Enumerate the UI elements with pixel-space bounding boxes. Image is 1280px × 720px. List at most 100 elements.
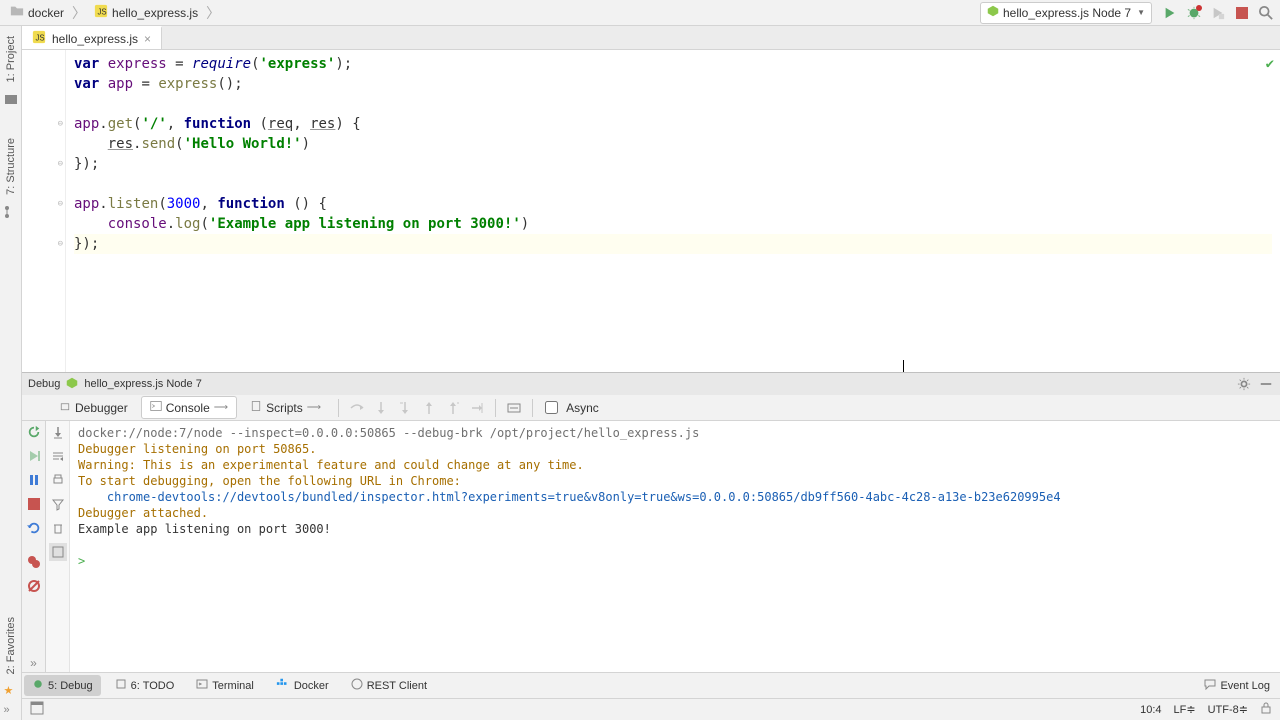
cursor-position[interactable]: 10:4 (1140, 704, 1161, 716)
toolwindow-terminal[interactable]: Terminal (188, 675, 262, 696)
svg-text:JS: JS (36, 34, 45, 43)
step-over-button (347, 398, 367, 418)
line-separator[interactable]: LF≑ (1174, 703, 1196, 716)
pin-icon[interactable]: ⟶ (307, 402, 321, 413)
structure-icon[interactable] (4, 205, 18, 219)
debug-header-config: hello_express.js Node 7 (84, 378, 201, 390)
console-icon (150, 400, 162, 415)
evaluate-button[interactable] (504, 398, 524, 418)
sidebar-structure[interactable]: 7: Structure (5, 132, 17, 201)
star-icon[interactable]: ★ (4, 684, 18, 698)
console-prompt[interactable]: > (78, 554, 85, 568)
step-into-button (371, 398, 391, 418)
node-icon (66, 377, 78, 392)
node-icon (987, 5, 999, 20)
left-toolwindow-bar: 1: Project 7: Structure 2: Favorites ★ » (0, 26, 22, 720)
rerun-button[interactable] (25, 423, 43, 441)
force-step-into-button (395, 398, 415, 418)
tab-debugger[interactable]: Debugger (50, 396, 137, 419)
mute-breakpoints-button[interactable] (25, 577, 43, 595)
breadcrumb-file[interactable]: JS hello_express.js (90, 2, 202, 23)
rest-icon (351, 678, 363, 693)
drop-frame-button (443, 398, 463, 418)
async-checkbox[interactable] (545, 401, 558, 414)
inspection-ok-icon[interactable]: ✔ (1266, 54, 1274, 74)
scroll-to-end-button[interactable] (49, 423, 67, 441)
soft-wrap-button[interactable] (49, 447, 67, 465)
breadcrumb-folder[interactable]: docker (6, 2, 68, 23)
lock-icon[interactable] (1260, 702, 1272, 717)
stop-button[interactable] (1234, 5, 1250, 21)
debug-header: Debug hello_express.js Node 7 (22, 373, 1280, 395)
chevron-right-icon: 〉 (206, 3, 220, 23)
filter-icon[interactable] (49, 495, 67, 513)
breadcrumb-folder-label: docker (28, 6, 64, 20)
terminal-icon (196, 678, 208, 693)
run-config-selector[interactable]: hello_express.js Node 7 ▼ (980, 2, 1152, 24)
coverage-button[interactable] (1210, 5, 1226, 21)
debug-tool-window: Debug hello_express.js Node 7 (22, 372, 1280, 672)
editor-tabs: JS hello_express.js × (22, 26, 1280, 50)
docker-icon (276, 678, 290, 693)
folder-icon (10, 4, 24, 21)
code-content[interactable]: var express = require('express'); var ap… (66, 50, 1280, 372)
run-config-label: hello_express.js Node 7 (1003, 6, 1131, 20)
chevron-right-icon: 〉 (72, 3, 86, 23)
tab-console[interactable]: Console ⟶ (141, 396, 237, 419)
run-actions (1162, 5, 1274, 21)
toolwindow-docker[interactable]: Docker (268, 675, 337, 696)
toolwindow-debug[interactable]: 5: Debug (24, 675, 101, 696)
console-side-toolbar (46, 421, 70, 672)
debug-button[interactable] (1186, 5, 1202, 21)
speech-icon (1204, 678, 1216, 693)
toolwindow-eventlog[interactable]: Event Log (1196, 675, 1278, 696)
top-toolbar: docker 〉 JS hello_express.js 〉 hello_exp… (0, 0, 1280, 26)
svg-text:JS: JS (98, 8, 107, 17)
toolwindows-toggle-icon[interactable] (30, 701, 44, 718)
toolwindow-rest[interactable]: REST Client (343, 675, 435, 696)
status-bar: 10:4 LF≑ UTF-8≑ (22, 698, 1280, 720)
tab-scripts[interactable]: Scripts ⟶ (241, 396, 330, 419)
sidebar-project[interactable]: 1: Project (5, 30, 17, 88)
js-file-icon: JS (94, 4, 108, 21)
help-icon[interactable] (49, 543, 67, 561)
step-out-button (419, 398, 439, 418)
code-editor[interactable]: ⊖ ⊖ ⊖ ⊖ var express = require('express')… (22, 50, 1280, 372)
editor-tab-label: hello_express.js (52, 32, 138, 46)
editor-gutter[interactable]: ⊖ ⊖ ⊖ ⊖ (22, 50, 66, 372)
minimize-icon[interactable] (1258, 376, 1274, 392)
todo-icon (115, 678, 127, 693)
resume-button[interactable] (25, 447, 43, 465)
bug-icon (32, 678, 44, 693)
console-output[interactable]: docker://node:7/node --inspect=0.0.0.0:5… (70, 421, 1280, 672)
editor-tab[interactable]: JS hello_express.js × (22, 26, 162, 49)
debugger-icon (59, 400, 71, 415)
breadcrumb: docker 〉 JS hello_express.js 〉 (6, 2, 978, 23)
more-icon[interactable]: » (4, 704, 18, 718)
more-icon[interactable]: » (25, 654, 43, 672)
chevron-down-icon: ▼ (1137, 8, 1145, 17)
run-to-cursor-button (467, 398, 487, 418)
pin-icon[interactable]: ⟶ (214, 402, 228, 413)
breadcrumb-file-label: hello_express.js (112, 6, 198, 20)
debug-side-toolbar: » (22, 421, 46, 672)
debug-tab-bar: Debugger Console ⟶ Scripts ⟶ (22, 395, 1280, 421)
file-encoding[interactable]: UTF-8≑ (1208, 703, 1248, 716)
gear-icon[interactable] (1236, 376, 1252, 392)
project-icon[interactable] (4, 92, 18, 106)
stop-debug-button[interactable] (25, 495, 43, 513)
bottom-toolwindow-bar: 5: Debug 6: TODO Terminal Docker REST Cl… (22, 672, 1280, 698)
pause-button[interactable] (25, 471, 43, 489)
async-label: Async (566, 401, 599, 415)
run-button[interactable] (1162, 5, 1178, 21)
close-icon[interactable]: × (144, 32, 151, 46)
search-everywhere-button[interactable] (1258, 5, 1274, 21)
toolwindow-todo[interactable]: 6: TODO (107, 675, 183, 696)
sidebar-favorites[interactable]: 2: Favorites (5, 611, 17, 680)
print-button[interactable] (49, 471, 67, 489)
view-breakpoints-button[interactable] (25, 553, 43, 571)
debug-header-title: Debug (28, 378, 60, 390)
clear-button[interactable] (49, 519, 67, 537)
scripts-icon (250, 400, 262, 415)
restore-layout-button[interactable] (25, 519, 43, 537)
